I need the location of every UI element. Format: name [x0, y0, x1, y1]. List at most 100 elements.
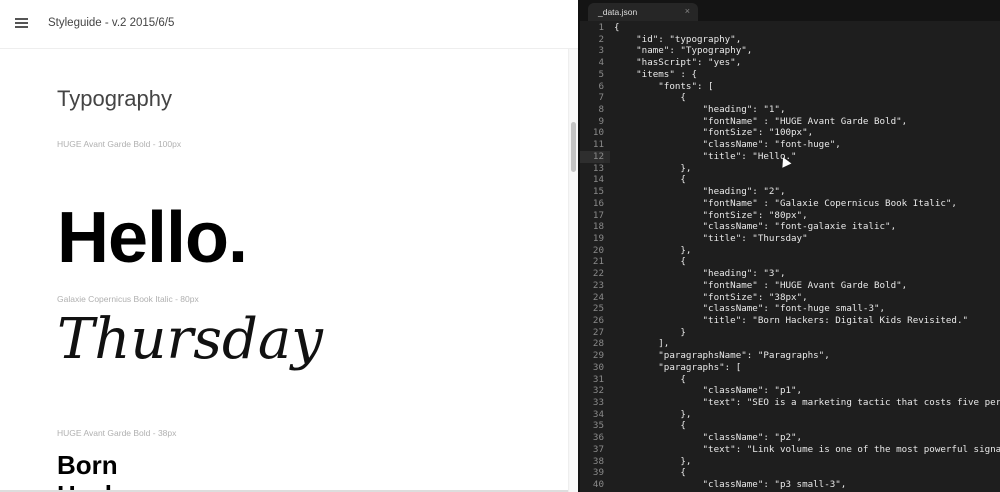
line-number: 30 — [592, 361, 604, 373]
code-line[interactable]: 22 "heading": "3", — [580, 268, 1000, 280]
code-line[interactable]: 10 "fontSize": "100px", — [580, 127, 1000, 139]
line-number: 13 — [592, 162, 604, 174]
line-text: "title": "Born Hackers: Digital Kids Rev… — [614, 314, 969, 326]
tab-label: _data.json — [598, 7, 638, 17]
line-text: "id": "typography", — [614, 33, 742, 45]
code-line[interactable]: 28 ], — [580, 338, 1000, 350]
line-text: "fontName" : "Galaxie Copernicus Book It… — [614, 197, 957, 209]
line-text: "title": "Thursday" — [614, 232, 808, 244]
code-line[interactable]: 26 "title": "Born Hackers: Digital Kids … — [580, 315, 1000, 327]
code-line[interactable]: 37 "text": "Link volume is one of the mo… — [580, 444, 1000, 456]
code-line[interactable]: 14 { — [580, 174, 1000, 186]
line-text: "paragraphs": [ — [614, 361, 742, 373]
code-line[interactable]: 18 "className": "font-galaxie italic", — [580, 221, 1000, 233]
line-text: "name": "Typography", — [614, 45, 753, 57]
line-number: 11 — [592, 139, 604, 151]
code-line[interactable]: 32 "className": "p1", — [580, 385, 1000, 397]
code-area[interactable]: 1{2 "id": "typography", 3 "name": "Typogr… — [580, 22, 1000, 491]
code-line[interactable]: 40 "className": "p3 small-3", — [580, 479, 1000, 491]
code-line[interactable]: 1{ — [580, 22, 1000, 34]
line-number: 38 — [592, 455, 604, 467]
line-number: 19 — [592, 232, 604, 244]
code-line[interactable]: 2 "id": "typography", — [580, 34, 1000, 46]
code-line[interactable]: 35 { — [580, 420, 1000, 432]
line-number: 12 — [580, 150, 604, 163]
line-number: 21 — [592, 256, 604, 268]
line-number: 20 — [592, 244, 604, 256]
code-line[interactable]: 3 "name": "Typography", — [580, 45, 1000, 57]
code-line[interactable]: 6 "fonts": [ — [580, 81, 1000, 93]
line-text: "text": "Link volume is one of the most … — [614, 443, 1000, 455]
code-line[interactable]: 34 }, — [580, 409, 1000, 421]
line-text: "fontSize": "100px", — [614, 127, 814, 139]
line-text: { — [614, 420, 686, 432]
line-number: 24 — [592, 291, 604, 303]
code-line[interactable]: 19 "title": "Thursday" — [580, 233, 1000, 245]
code-line[interactable]: 27 } — [580, 327, 1000, 339]
app-title: Styleguide - v.2 2015/6/5 — [48, 17, 175, 29]
code-line[interactable]: 30 "paragraphs": [ — [580, 362, 1000, 374]
close-icon[interactable]: × — [685, 6, 690, 16]
code-line[interactable]: 5 "items" : { — [580, 69, 1000, 81]
code-line[interactable]: 23 "fontName" : "HUGE Avant Garde Bold", — [580, 280, 1000, 292]
code-line[interactable]: 7 { — [580, 92, 1000, 104]
hamburger-icon[interactable] — [15, 18, 28, 28]
code-line[interactable]: 4 "hasScript": "yes", — [580, 57, 1000, 69]
code-line[interactable]: 21 { — [580, 256, 1000, 268]
line-text: }, — [614, 408, 692, 420]
line-text: { — [614, 467, 686, 479]
line-number: 37 — [592, 443, 604, 455]
line-number: 23 — [592, 279, 604, 291]
code-line[interactable]: 36 "className": "p2", — [580, 432, 1000, 444]
font-label: HUGE Avant Garde Bold - 38px — [57, 428, 177, 438]
code-line[interactable]: 8 "heading": "1", — [580, 104, 1000, 116]
code-line[interactable]: 33 "text": "SEO is a marketing tactic th… — [580, 397, 1000, 409]
code-line[interactable]: 24 "fontSize": "38px", — [580, 292, 1000, 304]
line-text: } — [614, 326, 686, 338]
code-line[interactable]: 13 }, — [580, 163, 1000, 175]
line-number: 10 — [592, 127, 604, 139]
line-number: 14 — [592, 174, 604, 186]
line-number: 16 — [592, 197, 604, 209]
line-number: 3 — [598, 45, 604, 57]
line-number: 22 — [592, 268, 604, 280]
vertical-scrollbar[interactable] — [568, 49, 578, 492]
line-text: "className": "p1", — [614, 385, 803, 397]
font-sample-small: Born Hackers — [57, 450, 158, 492]
line-text: "className": "font-galaxie italic", — [614, 221, 897, 233]
line-number: 2 — [598, 33, 604, 45]
code-line[interactable]: 11 "className": "font-huge", — [580, 139, 1000, 151]
line-text: { — [614, 373, 686, 385]
code-line[interactable]: 17 "fontSize": "80px", — [580, 210, 1000, 222]
code-line[interactable]: 29 "paragraphsName": "Paragraphs", — [580, 350, 1000, 362]
line-text: "className": "font-huge", — [614, 139, 841, 151]
line-number: 17 — [592, 209, 604, 221]
code-line[interactable]: 20 }, — [580, 245, 1000, 257]
code-line[interactable]: 38 }, — [580, 456, 1000, 468]
code-line[interactable]: 15 "heading": "2", — [580, 186, 1000, 198]
line-text: "className": "p3 small-3", — [614, 479, 847, 491]
line-number: 8 — [598, 104, 604, 116]
line-number: 15 — [592, 186, 604, 198]
line-text: ], — [614, 338, 670, 350]
tab-data-json[interactable]: _data.json × — [588, 3, 698, 21]
code-line[interactable]: 31 { — [580, 374, 1000, 386]
code-line[interactable]: 9 "fontName" : "HUGE Avant Garde Bold", — [580, 116, 1000, 128]
line-number: 36 — [592, 432, 604, 444]
line-number: 18 — [592, 221, 604, 233]
line-number: 34 — [592, 408, 604, 420]
styleguide-pane: Styleguide - v.2 2015/6/5 Typography HUG… — [0, 0, 578, 492]
line-text: { — [614, 92, 686, 104]
line-number: 29 — [592, 350, 604, 362]
line-number: 39 — [592, 467, 604, 479]
scrollbar-thumb[interactable] — [571, 122, 576, 172]
code-line[interactable]: 16 "fontName" : "Galaxie Copernicus Book… — [580, 198, 1000, 210]
font-sample-huge: Hello. — [57, 198, 248, 278]
line-number: 25 — [592, 303, 604, 315]
line-number: 33 — [592, 397, 604, 408]
line-number: 31 — [592, 373, 604, 385]
line-text: "items" : { — [614, 68, 697, 80]
line-text: "fontName" : "HUGE Avant Garde Bold", — [614, 279, 908, 291]
code-line[interactable]: 39 { — [580, 467, 1000, 479]
code-line[interactable]: 25 "className": "font-huge small-3", — [580, 303, 1000, 315]
